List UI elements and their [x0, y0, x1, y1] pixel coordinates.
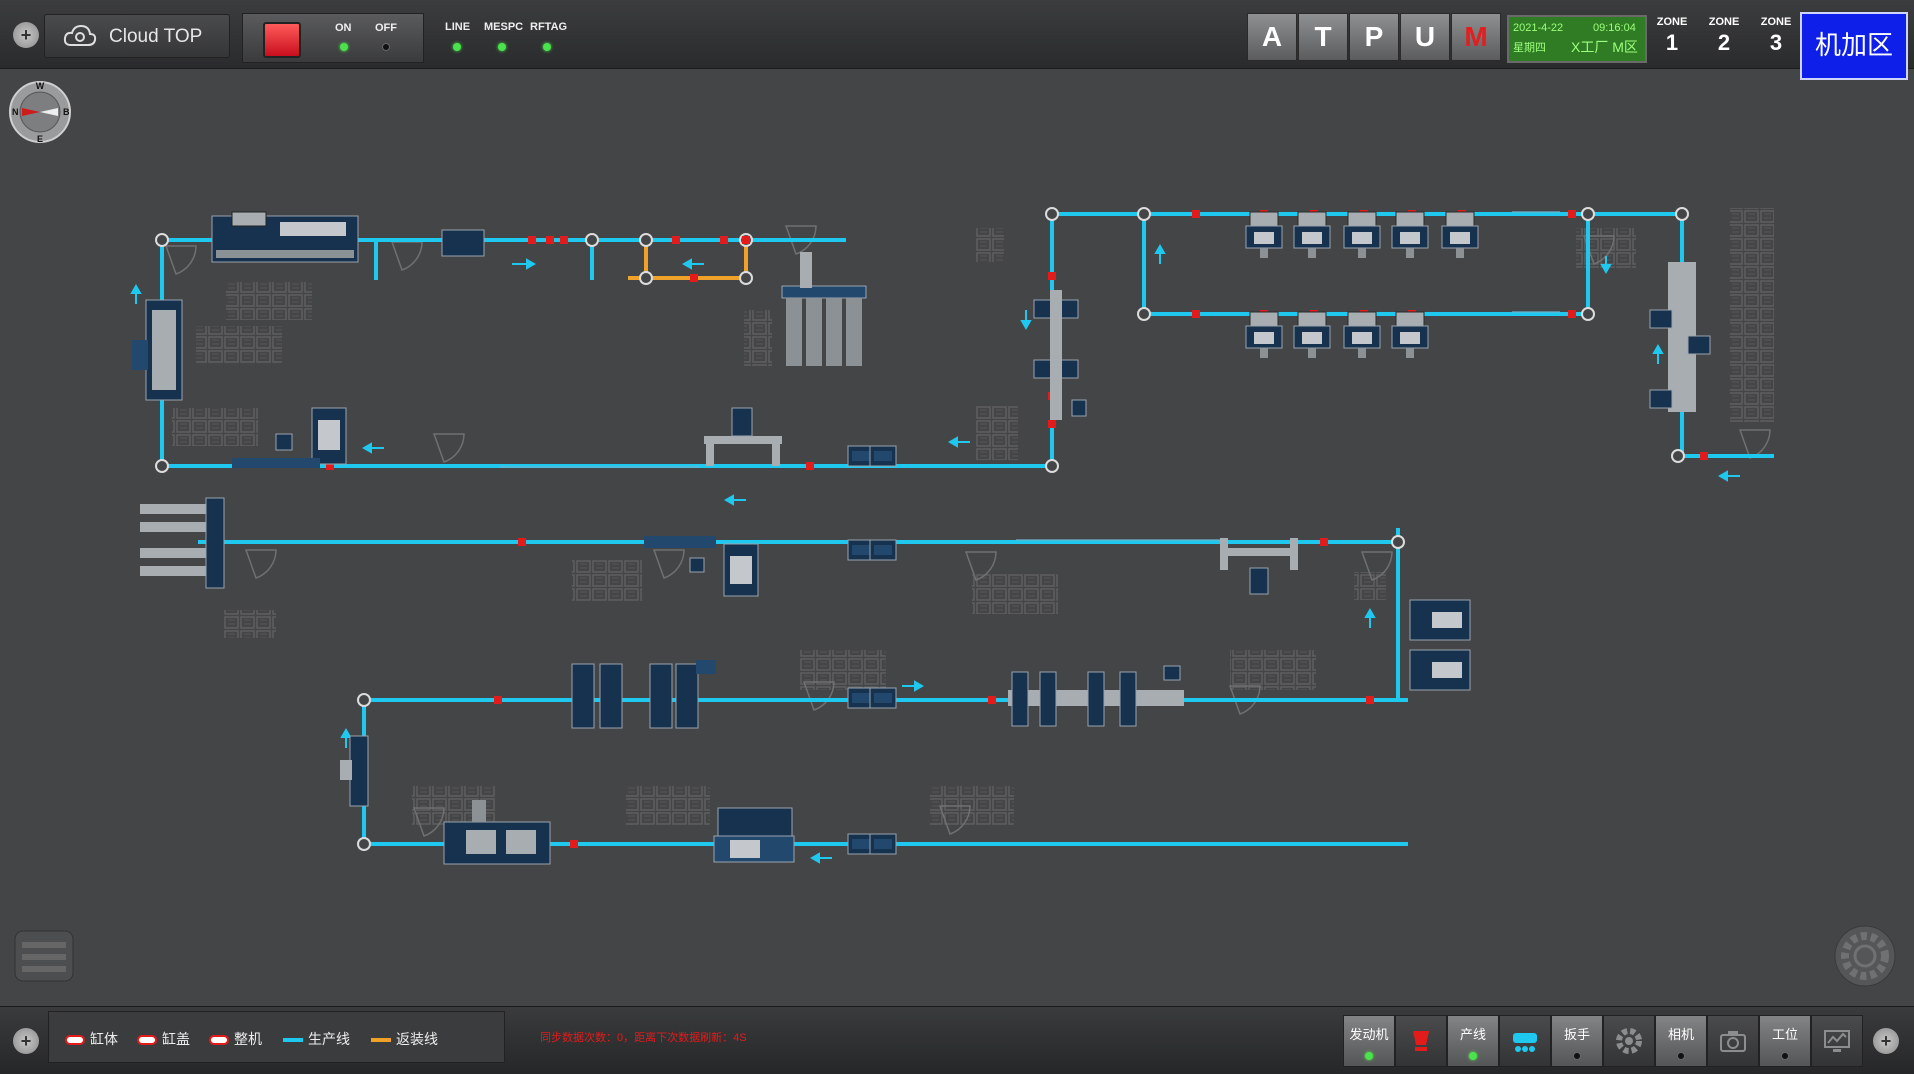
legend-item-production-line: 生产线 [283, 1029, 350, 1049]
status-led [1469, 1052, 1477, 1060]
conveyor-machine [869, 445, 897, 467]
station-filter-button[interactable]: 工位 [1759, 1015, 1811, 1067]
station-left-vertical [132, 299, 183, 401]
legend-item-block: 缸体 [65, 1029, 118, 1049]
station-block-top [211, 211, 485, 263]
tool-label: 扳手 [1563, 1027, 1590, 1042]
pill-icon [65, 1035, 85, 1046]
conveyor-machine [869, 833, 897, 855]
flow-arrows [130, 243, 1740, 864]
floor-grates [172, 208, 1774, 826]
conveyor-machine [869, 687, 897, 709]
robot-work-zones [165, 225, 1771, 837]
line-swatch-icon [371, 1038, 391, 1043]
loading-rack [140, 497, 225, 589]
camera-icon [1720, 1031, 1746, 1052]
status-led [1365, 1052, 1373, 1060]
sync-status-message: 同步数据次数：0，距离下次数据刷新：4S [540, 1032, 747, 1044]
station-right-vertical [1649, 262, 1711, 412]
legend-label: 返装线 [396, 1031, 438, 1047]
vertical-transfer-right [1033, 290, 1087, 420]
legend-label: 缸盖 [162, 1031, 190, 1047]
gantry-middle [1220, 538, 1298, 595]
station-middle [644, 536, 759, 597]
station-bottom-mid [713, 807, 795, 863]
menu-list-icon[interactable] [14, 930, 74, 982]
columns-structure [781, 252, 867, 366]
legend-item-return-line: 返装线 [371, 1029, 438, 1049]
line-filter-button[interactable]: 产线 [1447, 1015, 1499, 1067]
status-led [1781, 1052, 1789, 1060]
stoppers [326, 210, 1708, 848]
line-swatch-icon [283, 1038, 303, 1043]
gear-toggle-button[interactable] [1603, 1015, 1655, 1067]
legend-label: 缸体 [90, 1031, 118, 1047]
bottom-bar: + 缸体 缸盖 整机 生产线 返装线 同步数据次数：0，距离下次数据刷新：4S … [0, 1006, 1914, 1074]
machine-robot-bank [1245, 211, 1479, 359]
legend-label: 整机 [234, 1031, 262, 1047]
legend-label: 生产线 [308, 1031, 350, 1047]
settings-gear-icon[interactable] [1831, 922, 1899, 990]
monitor-icon [1824, 1030, 1850, 1052]
press-station [571, 660, 716, 729]
gear-icon [1616, 1028, 1642, 1054]
legend-item-engine: 整机 [209, 1029, 262, 1049]
cup-toggle-button[interactable] [1395, 1015, 1447, 1067]
monitor-toggle-button[interactable] [1811, 1015, 1863, 1067]
production-line-map [130, 207, 1774, 865]
transfer-line-lower [1008, 665, 1184, 727]
rail-overlay [500, 211, 1560, 541]
station-left-lower [340, 735, 369, 807]
conveyor-toggle-button[interactable] [1499, 1015, 1551, 1067]
status-led [1573, 1052, 1581, 1060]
cup-icon [1413, 1031, 1429, 1051]
camera-filter-button[interactable]: 相机 [1655, 1015, 1707, 1067]
production-line [160, 212, 1774, 846]
conveyor-icon [1513, 1033, 1537, 1052]
legend: 缸体 缸盖 整机 生产线 返装线 [48, 1011, 505, 1063]
gantry-top [704, 407, 782, 466]
pill-icon [137, 1035, 157, 1046]
pill-icon [209, 1035, 229, 1046]
legend-item-head: 缸盖 [137, 1029, 190, 1049]
wrench-filter-button[interactable]: 扳手 [1551, 1015, 1603, 1067]
engine-filter-button[interactable]: 发动机 [1343, 1015, 1395, 1067]
tool-label: 发动机 [1349, 1027, 1389, 1042]
tool-label: 产线 [1459, 1027, 1486, 1042]
status-led [1677, 1052, 1685, 1060]
junction-nodes [155, 207, 1689, 851]
expand-icon[interactable]: + [1873, 1028, 1899, 1054]
expand-icon[interactable]: + [13, 1028, 39, 1054]
camera-toggle-button[interactable] [1707, 1015, 1759, 1067]
tool-label: 相机 [1667, 1027, 1694, 1042]
tool-label: 工位 [1771, 1027, 1798, 1042]
conveyor-machine [869, 539, 897, 561]
side-machines-right [1409, 599, 1471, 691]
